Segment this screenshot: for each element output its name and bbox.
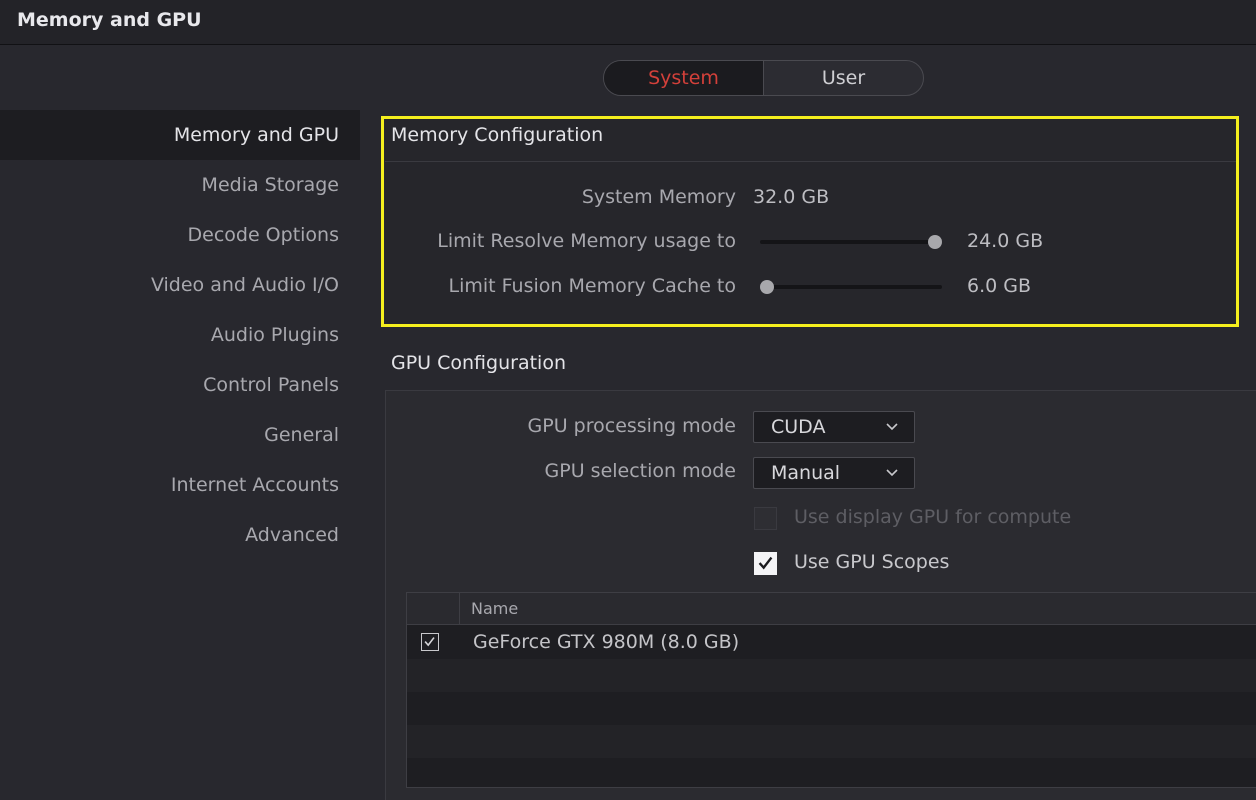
fusion-cache-slider[interactable] <box>760 285 942 289</box>
gpu-table: Name GeForce GTX 980M (8.0 GB) <box>406 592 1256 788</box>
system-memory-label: System Memory <box>581 186 736 208</box>
gpu-processing-mode-select[interactable]: CUDA <box>753 411 915 443</box>
gpu-scopes-checkbox[interactable] <box>754 552 777 575</box>
checkmark-icon <box>424 637 435 647</box>
sidebar-item-memory-and-gpu[interactable]: Memory and GPU <box>0 110 360 160</box>
resolve-memory-slider[interactable] <box>760 240 942 244</box>
gpu-configuration-heading: GPU Configuration <box>391 352 566 374</box>
display-gpu-label: Use display GPU for compute <box>794 506 1072 528</box>
fusion-cache-slider-handle[interactable] <box>760 280 774 294</box>
tab-system[interactable]: System <box>604 61 764 95</box>
sidebar-item-audio-plugins[interactable]: Audio Plugins <box>0 310 360 360</box>
table-row-empty <box>407 758 1256 791</box>
gpu-processing-mode-label: GPU processing mode <box>527 415 736 437</box>
sidebar-item-general[interactable]: General <box>0 410 360 460</box>
sidebar-item-decode-options[interactable]: Decode Options <box>0 210 360 260</box>
gpu-selection-mode-label: GPU selection mode <box>544 460 736 482</box>
display-gpu-checkbox[interactable] <box>754 507 777 530</box>
divider <box>385 161 1237 162</box>
sidebar-item-video-and-audio-io[interactable]: Video and Audio I/O <box>0 260 360 310</box>
sidebar-item-internet-accounts[interactable]: Internet Accounts <box>0 460 360 510</box>
table-row-empty <box>407 725 1256 758</box>
table-header: Name <box>407 593 1256 625</box>
chevron-down-icon <box>886 423 898 431</box>
table-row-empty <box>407 659 1256 692</box>
title-bar: Memory and GPU <box>0 0 1256 45</box>
fusion-cache-value: 6.0 GB <box>967 275 1032 297</box>
sidebar: Memory and GPU Media Storage Decode Opti… <box>0 110 360 560</box>
resolve-memory-value: 24.0 GB <box>967 230 1044 252</box>
sidebar-item-media-storage[interactable]: Media Storage <box>0 160 360 210</box>
sidebar-item-control-panels[interactable]: Control Panels <box>0 360 360 410</box>
scope-tabs: System User <box>603 60 924 96</box>
window-title: Memory and GPU <box>17 9 202 31</box>
system-memory-value: 32.0 GB <box>753 186 830 208</box>
table-row[interactable]: GeForce GTX 980M (8.0 GB) <box>407 626 1256 659</box>
chevron-down-icon <box>886 469 898 477</box>
fusion-cache-label: Limit Fusion Memory Cache to <box>448 275 736 297</box>
gpu-selection-mode-select[interactable]: Manual <box>753 457 915 489</box>
gpu-scopes-label: Use GPU Scopes <box>794 551 950 573</box>
resolve-memory-slider-handle[interactable] <box>928 235 942 249</box>
memory-configuration-heading: Memory Configuration <box>391 124 604 146</box>
gpu-row-checkbox[interactable] <box>421 633 439 651</box>
preferences-window: Memory and GPU System User Memory and GP… <box>0 0 1256 800</box>
table-row-empty <box>407 692 1256 725</box>
sidebar-item-advanced[interactable]: Advanced <box>0 510 360 560</box>
gpu-processing-mode-value: CUDA <box>771 416 826 438</box>
checkmark-icon <box>758 556 773 570</box>
gpu-name: GeForce GTX 980M (8.0 GB) <box>473 631 740 653</box>
resolve-memory-label: Limit Resolve Memory usage to <box>437 230 736 252</box>
column-header-name[interactable]: Name <box>471 599 518 618</box>
gpu-selection-mode-value: Manual <box>771 462 841 484</box>
column-divider <box>459 593 460 625</box>
tab-user[interactable]: User <box>764 61 923 95</box>
